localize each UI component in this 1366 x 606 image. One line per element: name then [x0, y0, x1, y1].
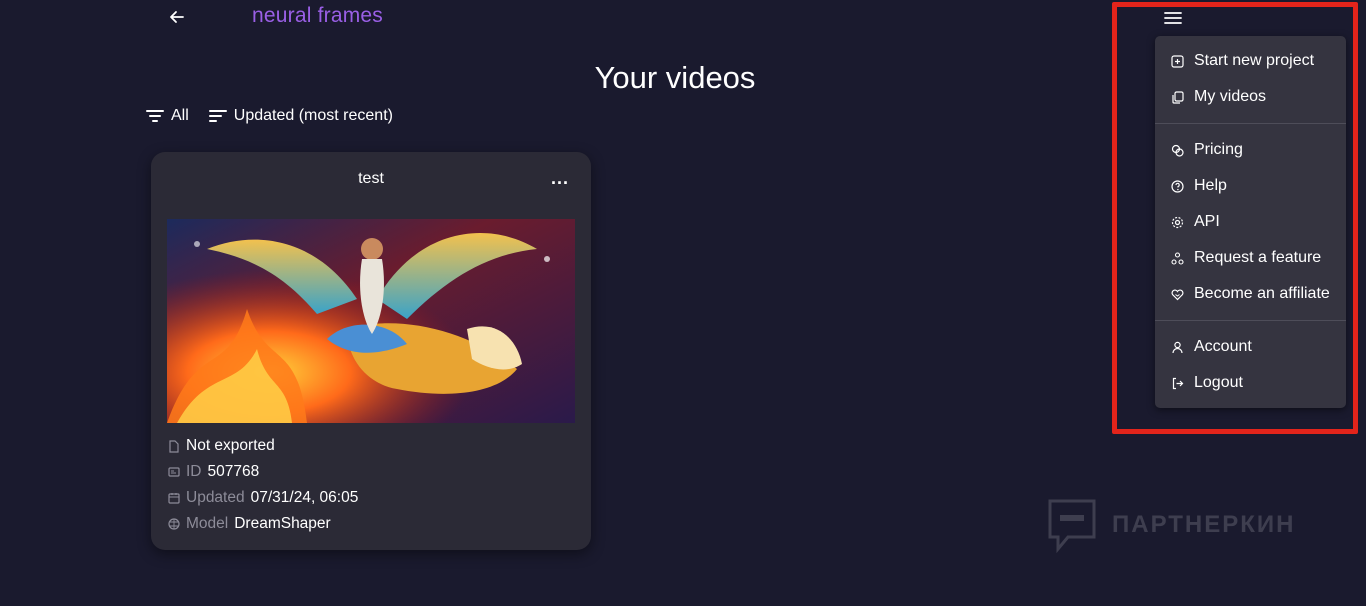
video-id-label: ID: [186, 463, 202, 480]
video-id-value: 507768: [207, 463, 260, 480]
brain-icon: [168, 518, 180, 530]
highlight-box: [1112, 2, 1358, 434]
video-title: test: [358, 170, 384, 187]
video-options-button[interactable]: ...: [551, 169, 569, 187]
video-model-label: Model: [186, 515, 229, 532]
video-id: ID 507768: [168, 463, 259, 481]
video-card[interactable]: test ... Not exported ID 507768 Updated …: [151, 152, 591, 550]
calendar-icon: [168, 492, 180, 504]
sort-button[interactable]: Updated (most recent): [208, 107, 393, 125]
video-updated: Updated 07/31/24, 06:05: [168, 489, 358, 507]
filter-bar: All Updated (most recent): [146, 107, 393, 125]
arrow-left-icon: [170, 11, 184, 23]
logo[interactable]: neural frames: [252, 4, 383, 28]
sort-icon: [208, 110, 227, 122]
watermark-text: ПАРТНЕРКИН: [1112, 511, 1296, 538]
file-icon: [168, 440, 180, 453]
back-button[interactable]: [166, 6, 188, 28]
filter-type-button[interactable]: All: [146, 107, 189, 125]
video-model: Model DreamShaper: [168, 515, 331, 533]
sort-label: Updated (most recent): [233, 107, 393, 124]
filter-type-label: All: [171, 107, 189, 124]
id-card-icon: [168, 466, 180, 478]
chat-bubble-icon: [1048, 499, 1096, 553]
export-status-text: Not exported: [186, 437, 275, 454]
filter-icon: [146, 110, 164, 122]
video-updated-value: 07/31/24, 06:05: [250, 489, 359, 506]
export-status: Not exported: [168, 437, 275, 455]
video-model-value: DreamShaper: [234, 515, 331, 532]
video-updated-label: Updated: [186, 489, 245, 506]
watermark: ПАРТНЕРКИН: [1046, 497, 1296, 553]
video-thumbnail[interactable]: [167, 219, 575, 423]
